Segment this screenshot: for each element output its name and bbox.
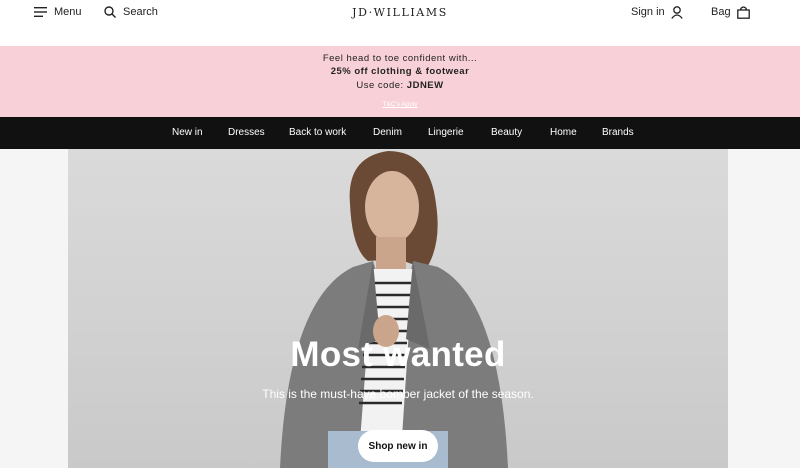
nav-item-beauty[interactable]: Beauty bbox=[491, 117, 522, 149]
promo-code-prefix: Use code: bbox=[356, 80, 407, 91]
nav-item-dresses[interactable]: Dresses bbox=[228, 117, 265, 149]
bag-button[interactable]: Bag bbox=[711, 0, 750, 24]
hero-model-image bbox=[280, 151, 508, 468]
nav-item-back-to-work[interactable]: Back to work bbox=[289, 117, 346, 149]
user-icon bbox=[670, 5, 683, 19]
promo-line-1: Feel head to toe confident with... bbox=[322, 53, 478, 64]
sign-in-label: Sign in bbox=[631, 6, 665, 18]
hero-subtitle: This is the must-have bomber jacket of t… bbox=[262, 387, 534, 401]
shop-new-in-button[interactable]: Shop new in bbox=[358, 430, 438, 462]
promo-line-2: 25% off clothing & footwear bbox=[330, 66, 470, 77]
main-nav: New in Dresses Back to work Denim Linger… bbox=[0, 117, 800, 149]
shopping-bag-icon bbox=[736, 5, 750, 19]
promo-banner[interactable]: Feel head to toe confident with... 25% o… bbox=[0, 46, 800, 117]
hero-title: Most wanted bbox=[290, 335, 506, 374]
hero-banner[interactable]: Most wanted This is the must-have bomber… bbox=[68, 149, 728, 468]
nav-item-brands[interactable]: Brands bbox=[602, 117, 634, 149]
nav-item-new-in[interactable]: New in bbox=[172, 117, 203, 149]
site-header: Menu Search JD·WILLIAMS Sign in Bag bbox=[0, 0, 800, 46]
nav-item-home[interactable]: Home bbox=[550, 117, 577, 149]
sign-in-button[interactable]: Sign in bbox=[631, 0, 683, 24]
nav-item-denim[interactable]: Denim bbox=[373, 117, 402, 149]
bag-label: Bag bbox=[711, 6, 731, 18]
promo-code: JDNEW bbox=[406, 80, 444, 91]
nav-item-lingerie[interactable]: Lingerie bbox=[428, 117, 464, 149]
terms-link[interactable]: T&C's Apply bbox=[0, 101, 800, 108]
promo-code-line: Use code: JDNEW bbox=[0, 80, 800, 91]
